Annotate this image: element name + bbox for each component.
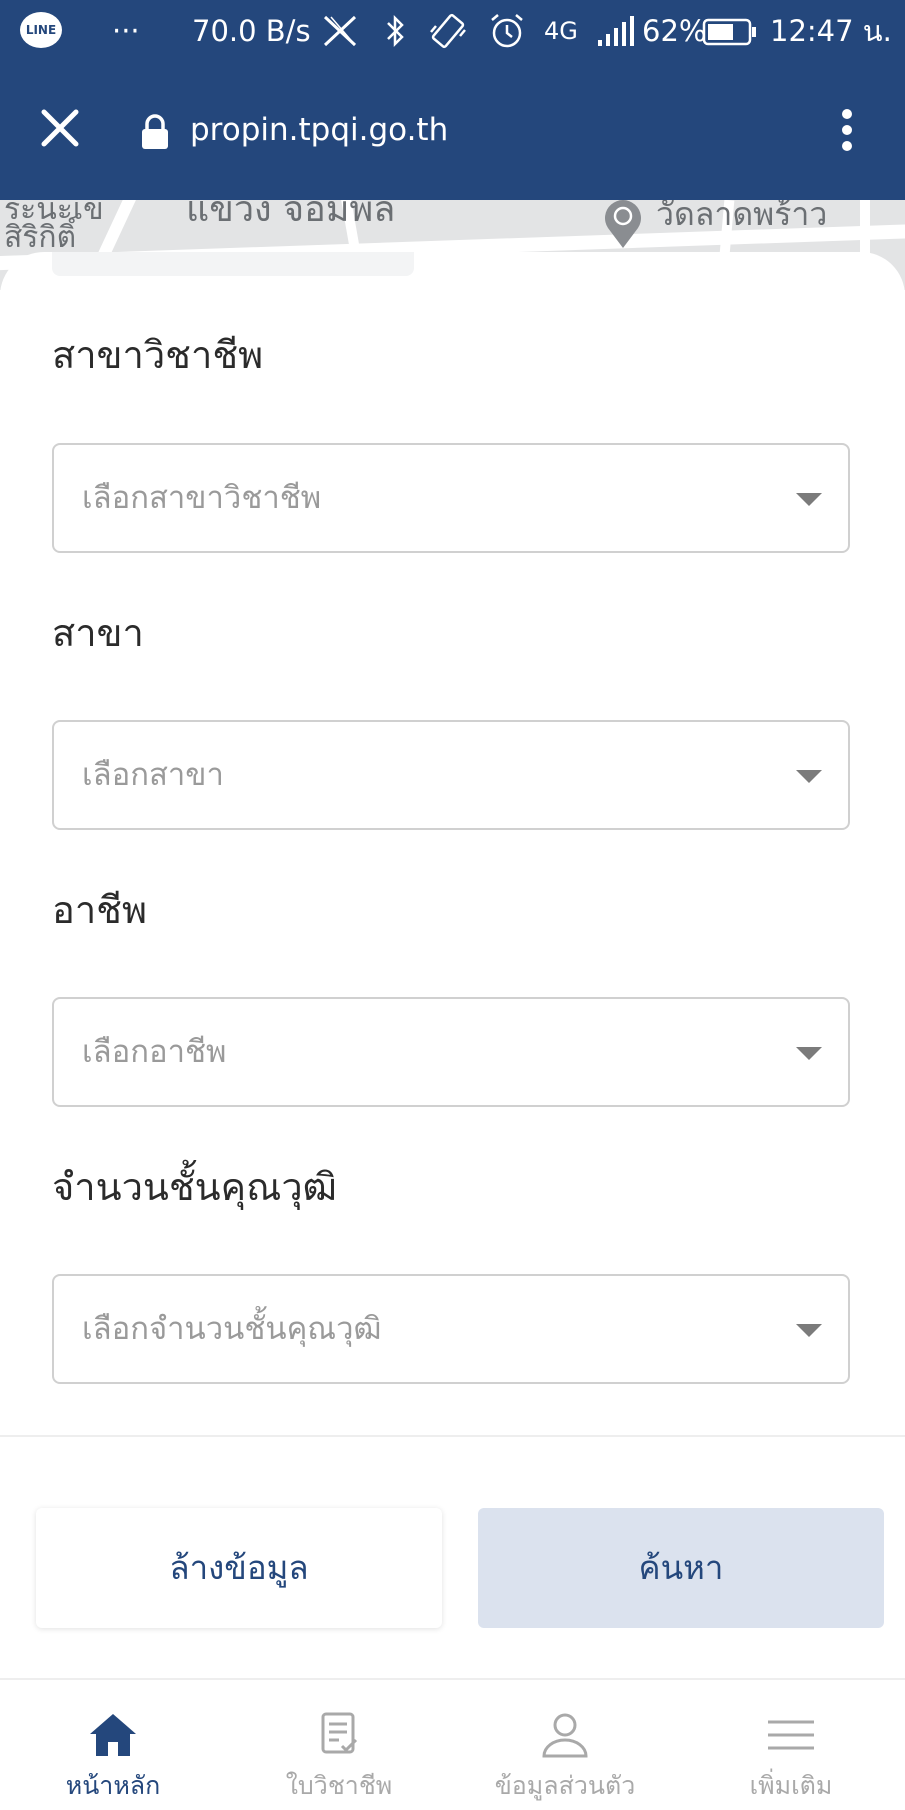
battery-icon: [702, 18, 756, 46]
select-placeholder: เลือกสาขาวิชาชีพ: [82, 480, 322, 516]
select-placeholder: เลือกสาขา: [82, 757, 224, 793]
x-app-icon: [323, 15, 357, 47]
chevron-down-icon: [796, 770, 822, 783]
home-icon: [90, 1714, 136, 1756]
signal-icon: [598, 16, 634, 46]
network-type: 4G: [544, 17, 578, 45]
menu-icon: [768, 1720, 814, 1750]
sheet-handle[interactable]: [52, 252, 414, 276]
professional-field-select[interactable]: เลือกสาขาวิชาชีพ: [52, 443, 850, 553]
occupation-select[interactable]: เลือกอาชีพ: [52, 997, 850, 1107]
url-text[interactable]: propin.tpqi.go.th: [190, 110, 448, 150]
bluetooth-icon: [387, 14, 404, 48]
select-placeholder: เลือกจำนวนชั้นคุณวุฒิ: [82, 1311, 382, 1347]
search-button[interactable]: ค้นหา: [478, 1508, 884, 1628]
chevron-down-icon: [796, 493, 822, 506]
chevron-down-icon: [796, 1047, 822, 1060]
status-bar: LINE ··· 70.0 B/s 4G 62% 12:47 น.: [0, 0, 905, 62]
divider: [0, 1435, 905, 1437]
vibrate-icon: [430, 13, 466, 49]
qualification-level-select[interactable]: เลือกจำนวนชั้นคุณวุฒิ: [52, 1274, 850, 1384]
alarm-icon: [491, 14, 523, 48]
professional-field-label: สาขาวิชาชีพ: [52, 333, 264, 377]
notification-dots: ···: [112, 14, 140, 48]
lock-icon: [142, 114, 168, 149]
map-label: แขวง จอมพล: [186, 200, 396, 230]
browser-toolbar: propin.tpqi.go.th: [0, 62, 905, 200]
line-app-icon: LINE: [20, 12, 62, 48]
branch-select[interactable]: เลือกสาขา: [52, 720, 850, 830]
battery-percent: 62%: [642, 14, 707, 48]
qualification-level-label: จำนวนชั้นคุณวุฒิ: [52, 1165, 337, 1209]
map-label: วัดลาดพร้าว: [656, 200, 828, 233]
branch-label: สาขา: [52, 611, 144, 655]
clear-button[interactable]: ล้างข้อมูล: [36, 1508, 442, 1628]
select-placeholder: เลือกอาชีพ: [82, 1034, 227, 1070]
nav-item-more[interactable]: เพิ่มเติม: [678, 1680, 904, 1810]
map-label: สิริกิติ์: [4, 220, 77, 255]
certificate-icon: [321, 1712, 358, 1754]
nav-label: ข้อมูลส่วนตัว: [494, 1771, 636, 1800]
nav-label: ใบวิชาชีพ: [285, 1771, 393, 1800]
nav-item-home[interactable]: หน้าหลัก: [0, 1680, 226, 1810]
nav-label: หน้าหลัก: [65, 1771, 161, 1800]
chevron-down-icon: [796, 1324, 822, 1337]
close-icon[interactable]: [38, 106, 82, 150]
more-options-icon[interactable]: [836, 108, 858, 152]
temple-pin-icon: [605, 200, 641, 248]
clock: 12:47 น.: [770, 14, 892, 48]
nav-item-profile[interactable]: ข้อมูลส่วนตัว: [452, 1680, 678, 1810]
nav-item-certificate[interactable]: ใบวิชาชีพ: [226, 1680, 452, 1810]
nav-label: เพิ่มเติม: [749, 1771, 833, 1800]
network-speed: 70.0 B/s: [192, 14, 311, 48]
occupation-label: อาชีพ: [52, 888, 147, 932]
bottom-navigation: หน้าหลัก ใบวิชาชีพ ข้อมูลส่วนตัว เพิ่มเต…: [0, 1680, 905, 1810]
user-icon: [542, 1713, 588, 1758]
